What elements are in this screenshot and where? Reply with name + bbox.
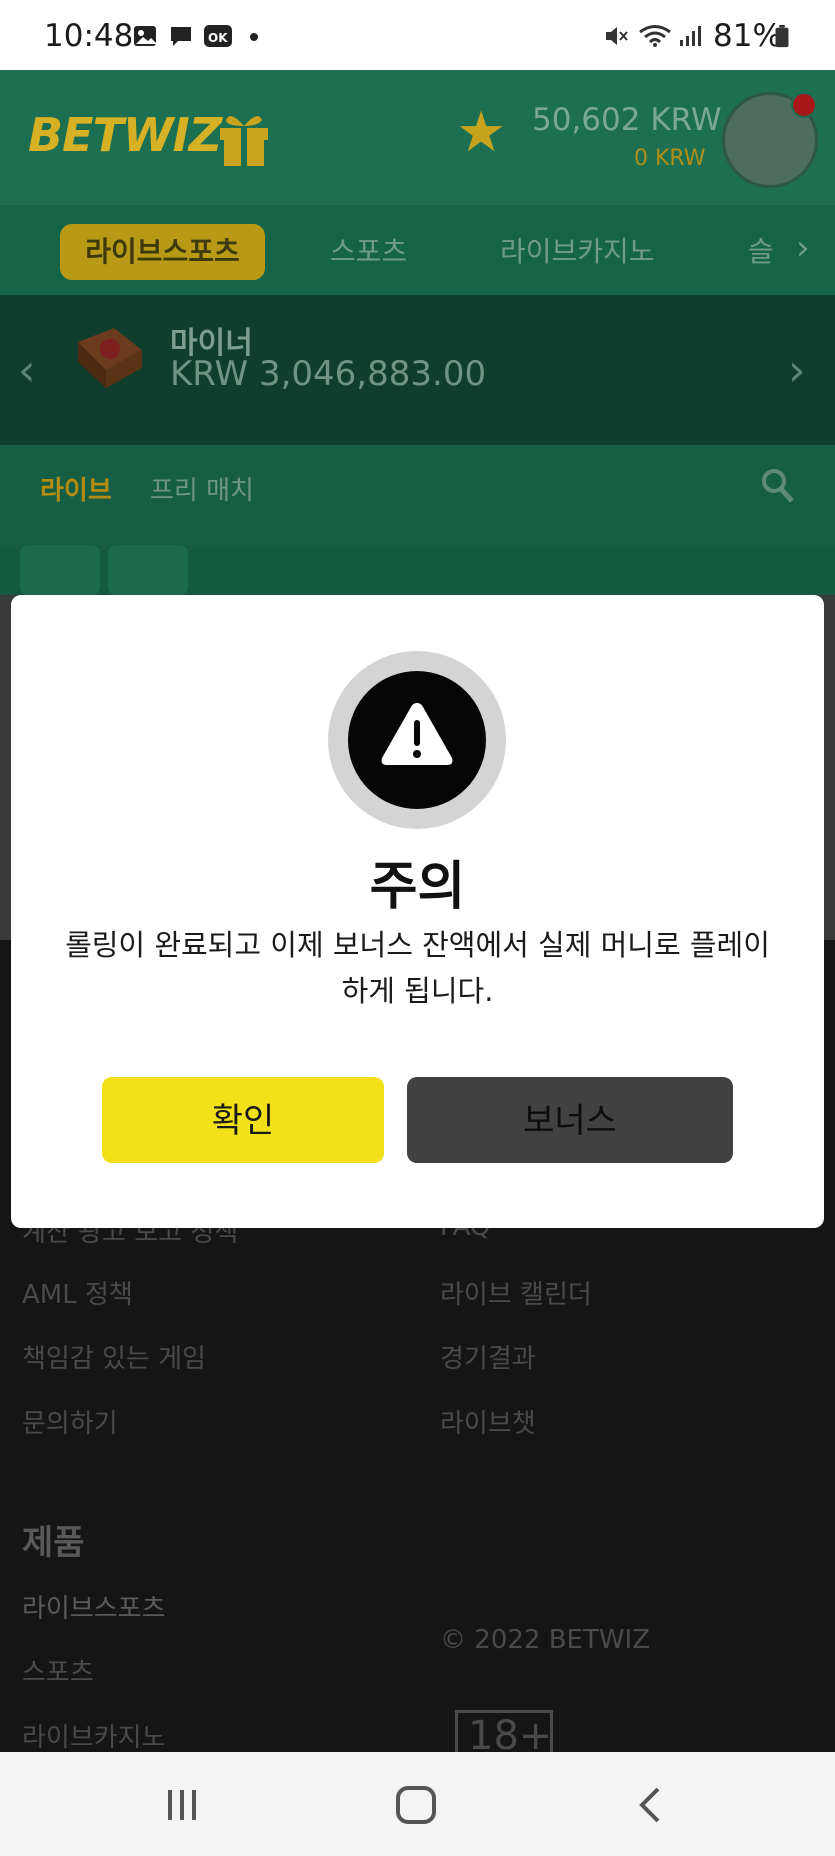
tab-prematch[interactable]: 프리 매치 <box>150 470 254 507</box>
message-icon <box>171 27 191 46</box>
filter-tv-button[interactable] <box>108 545 188 595</box>
balance-main: 50,602 KRW <box>532 102 722 138</box>
jackpot-amount: KRW 3,046,883.00 <box>170 354 487 394</box>
status-time: 10:48 <box>44 18 134 54</box>
footer-link[interactable]: 라이브 캘린더 <box>440 1274 592 1311</box>
chevron-right-icon[interactable]: › <box>788 345 806 396</box>
recent-apps-icon[interactable] <box>166 1788 198 1822</box>
betwiz-logo[interactable]: BETWIZ <box>28 108 222 162</box>
footer-product-link[interactable]: 스포츠 <box>22 1652 94 1689</box>
tab-live[interactable]: 라이브 <box>40 470 112 507</box>
bonus-button[interactable]: 보너스 <box>407 1077 733 1163</box>
favorite-star-icon[interactable]: ★ <box>456 105 506 161</box>
mute-icon <box>606 27 628 45</box>
back-icon[interactable] <box>636 1786 664 1824</box>
sub-tabs <box>0 445 835 545</box>
ok-app-icon: OK <box>204 25 232 47</box>
balance-bonus: 0 KRW <box>634 146 706 171</box>
battery-icon <box>775 24 789 48</box>
wifi-icon <box>639 25 671 47</box>
dot-icon <box>250 33 258 41</box>
search-icon[interactable] <box>760 465 796 505</box>
tab-sports[interactable]: 스포츠 <box>330 224 407 280</box>
chevron-left-icon[interactable]: ‹ <box>18 345 36 396</box>
gift-icon[interactable] <box>216 108 272 168</box>
signal-icon <box>680 26 701 46</box>
footer-link[interactable]: 경기결과 <box>440 1338 536 1375</box>
warning-icon <box>381 703 453 765</box>
tab-slots[interactable]: 슬 <box>748 224 774 280</box>
footer-product-link[interactable]: 라이브카지노 <box>22 1717 166 1754</box>
svg-text:OK: OK <box>208 31 228 45</box>
jackpot-book-icon <box>78 328 142 388</box>
home-icon[interactable] <box>396 1786 436 1824</box>
tab-live-sports[interactable]: 라이브스포츠 <box>60 224 265 280</box>
footer-product-link[interactable]: 라이브스포츠 <box>22 1588 166 1625</box>
image-icon <box>134 26 156 46</box>
dialog-message: 롤링이 완료되고 이제 보너스 잔액에서 실제 머니로 플레이하게 됩니다. <box>65 928 770 1008</box>
tab-live-casino[interactable]: 라이브카지노 <box>500 224 655 280</box>
dialog-title: 주의 <box>369 857 466 917</box>
footer-link[interactable]: AML 정책 <box>22 1274 133 1311</box>
chevron-right-icon[interactable]: › <box>796 228 810 268</box>
confirm-button[interactable]: 확인 <box>102 1077 384 1163</box>
copyright: © 2022 BETWIZ <box>440 1625 651 1655</box>
battery-percent: 81% <box>713 18 782 54</box>
notification-dot <box>791 92 817 118</box>
footer-link[interactable]: 라이브챗 <box>440 1403 536 1440</box>
footer-link[interactable]: 문의하기 <box>22 1403 118 1440</box>
footer-products-heading: 제품 <box>22 1523 85 1563</box>
filter-back-button[interactable] <box>20 545 100 595</box>
footer-link[interactable]: 책임감 있는 게임 <box>22 1338 206 1375</box>
